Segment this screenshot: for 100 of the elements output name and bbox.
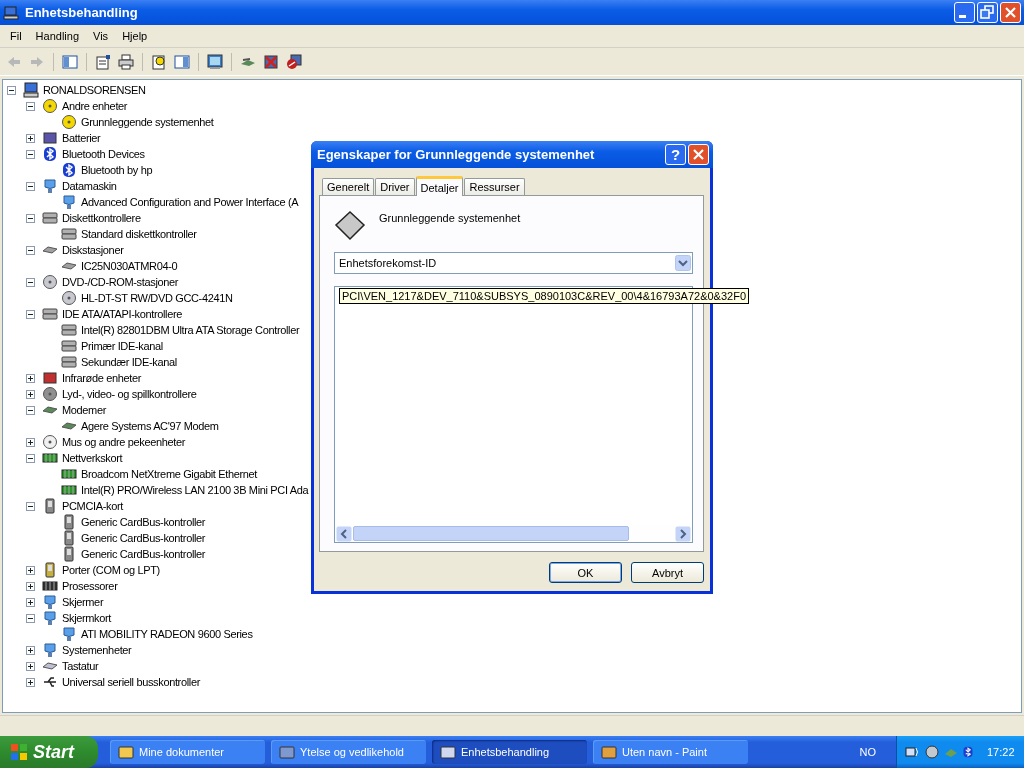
tree-item[interactable]: Grunnleggende systemenhet bbox=[80, 116, 215, 128]
bluetooth-icon[interactable] bbox=[962, 744, 974, 760]
tree-item[interactable]: Prosessorer bbox=[61, 580, 119, 592]
tree-item[interactable]: Modemer bbox=[61, 404, 107, 416]
tab[interactable]: Generelt bbox=[322, 178, 375, 195]
tree-item[interactable]: Diskstasjoner bbox=[61, 244, 125, 256]
help-button[interactable]: ? bbox=[665, 144, 686, 165]
tree-item[interactable]: Primær IDE-kanal bbox=[80, 340, 164, 352]
expand-icon[interactable] bbox=[26, 133, 35, 143]
tree-item[interactable]: Batterier bbox=[61, 132, 102, 144]
bluetooth-icon bbox=[61, 162, 77, 178]
tree-item[interactable]: PCMCIA-kort bbox=[61, 500, 124, 512]
expand-icon[interactable] bbox=[26, 597, 35, 607]
expand-icon[interactable] bbox=[26, 565, 35, 575]
taskbar-button[interactable]: Mine dokumenter bbox=[110, 740, 265, 764]
tree-item[interactable]: Universal seriell busskontroller bbox=[61, 676, 201, 688]
tree-item[interactable]: Mus og andre pekeenheter bbox=[61, 436, 187, 448]
minimize-button[interactable] bbox=[954, 2, 975, 23]
collapse-icon[interactable] bbox=[26, 309, 35, 319]
tree-item[interactable]: Advanced Configuration and Power Interface (A bbox=[80, 196, 300, 208]
network-card-icon bbox=[61, 482, 77, 498]
tab[interactable]: Ressurser bbox=[464, 178, 525, 195]
scroll-thumb[interactable] bbox=[353, 526, 630, 541]
monitor-icon bbox=[42, 178, 58, 194]
tree-item[interactable]: Generic CardBus-kontroller bbox=[80, 548, 207, 560]
tree-item[interactable]: Nettverkskort bbox=[61, 452, 124, 464]
collapse-icon[interactable] bbox=[26, 277, 35, 287]
tree-item[interactable]: Broadcom NetXtreme Gigabit Ethernet bbox=[80, 468, 259, 480]
drive-icon bbox=[61, 338, 77, 354]
tree-item[interactable]: Skjermer bbox=[61, 596, 105, 608]
network-icon[interactable] bbox=[905, 744, 921, 760]
tree-item[interactable]: DVD-/CD-ROM-stasjoner bbox=[61, 276, 180, 288]
tab[interactable]: Driver bbox=[375, 178, 415, 195]
expand-icon[interactable] bbox=[26, 437, 35, 447]
tree-item[interactable]: Porter (COM og LPT) bbox=[61, 564, 161, 576]
expand-icon[interactable] bbox=[26, 389, 35, 399]
tree-item[interactable]: RONALDSORENSEN bbox=[42, 84, 147, 96]
windows-flag-icon bbox=[10, 743, 28, 761]
expand-icon[interactable] bbox=[26, 677, 35, 687]
tree-item[interactable]: Standard diskettkontroller bbox=[80, 228, 198, 240]
bluetooth-icon bbox=[42, 146, 58, 162]
scroll-left-icon[interactable] bbox=[336, 525, 352, 542]
tree-item[interactable]: Systemenheter bbox=[61, 644, 133, 656]
menu-item[interactable]: Hjelp bbox=[115, 28, 155, 44]
menu-item[interactable]: Handling bbox=[28, 28, 87, 44]
tree-item[interactable]: Lyd-, video- og spillkontrollere bbox=[61, 388, 198, 400]
tree-item[interactable]: IC25N030ATMR04-0 bbox=[80, 260, 179, 272]
close-button[interactable] bbox=[688, 144, 709, 165]
collapse-icon[interactable] bbox=[26, 613, 35, 623]
ok-button[interactable]: OK bbox=[549, 562, 622, 583]
taskbar-button[interactable]: Ytelse og vedlikehold bbox=[271, 740, 426, 764]
language-indicator[interactable]: NO bbox=[859, 746, 876, 758]
tree-item[interactable]: Datamaskin bbox=[61, 180, 118, 192]
expand-icon[interactable] bbox=[26, 581, 35, 591]
close-button[interactable] bbox=[1000, 2, 1021, 23]
taskbar-button[interactable]: Uten navn - Paint bbox=[593, 740, 748, 764]
horizontal-scrollbar[interactable] bbox=[335, 525, 692, 542]
tree-item[interactable]: Sekundær IDE-kanal bbox=[80, 356, 178, 368]
tree-item[interactable]: Bluetooth by hp bbox=[80, 164, 154, 176]
collapse-icon[interactable] bbox=[26, 101, 35, 111]
property-dropdown[interactable]: Enhetsforekomst-ID bbox=[334, 252, 693, 274]
menu-item[interactable]: Vis bbox=[86, 28, 116, 44]
collapse-icon[interactable] bbox=[26, 213, 35, 223]
tree-item[interactable]: HL-DT-ST RW/DVD GCC-4241N bbox=[80, 292, 234, 304]
tree-item[interactable]: Bluetooth Devices bbox=[61, 148, 146, 160]
tree-item[interactable]: Intel(R) PRO/Wireless LAN 2100 3B Mini PCI Ada bbox=[80, 484, 310, 496]
port-icon bbox=[42, 562, 58, 578]
cancel-button[interactable]: Avbryt bbox=[631, 562, 704, 583]
tree-item[interactable]: IDE ATA/ATAPI-kontrollere bbox=[61, 308, 184, 320]
expand-icon[interactable] bbox=[26, 661, 35, 671]
minimize-icon bbox=[959, 15, 966, 18]
expand-icon[interactable] bbox=[26, 645, 35, 655]
tree-item[interactable]: Skjermkort bbox=[61, 612, 113, 624]
collapse-icon[interactable] bbox=[26, 453, 35, 463]
tree-item[interactable]: Andre enheter bbox=[61, 100, 129, 112]
tree-item[interactable]: Generic CardBus-kontroller bbox=[80, 516, 207, 528]
clock: 17:22 bbox=[987, 746, 1015, 758]
collapse-icon[interactable] bbox=[26, 181, 35, 191]
tree-item[interactable]: Infrarøde enheter bbox=[61, 372, 143, 384]
collapse-icon[interactable] bbox=[26, 501, 35, 511]
collapse-icon[interactable] bbox=[26, 245, 35, 255]
tree-item[interactable]: Diskettkontrollere bbox=[61, 212, 142, 224]
start-button[interactable]: Start bbox=[0, 736, 98, 768]
tree-item[interactable]: Intel(R) 82801DBM Ultra ATA Storage Controller bbox=[80, 324, 301, 336]
collapse-icon[interactable] bbox=[7, 85, 16, 95]
drive-icon bbox=[42, 306, 58, 322]
menu-item[interactable]: Fil bbox=[3, 28, 29, 44]
tree-item[interactable]: ATI MOBILITY RADEON 9600 Series bbox=[80, 628, 254, 640]
usb-icon bbox=[42, 674, 58, 690]
taskbar-button[interactable]: Enhetsbehandling bbox=[432, 740, 587, 764]
expand-icon[interactable] bbox=[26, 373, 35, 383]
scroll-right-icon[interactable] bbox=[675, 525, 691, 542]
tree-item[interactable]: Generic CardBus-kontroller bbox=[80, 532, 207, 544]
collapse-icon[interactable] bbox=[26, 149, 35, 159]
collapse-icon[interactable] bbox=[26, 405, 35, 415]
tree-item[interactable]: Tastatur bbox=[61, 660, 100, 672]
restore-button[interactable] bbox=[977, 2, 998, 23]
tab[interactable]: Detaljer bbox=[415, 176, 464, 196]
dialog-title: Egenskaper for Grunnleggende systemenhet bbox=[317, 147, 596, 162]
tree-item[interactable]: Agere Systems AC'97 Modem bbox=[80, 420, 220, 432]
